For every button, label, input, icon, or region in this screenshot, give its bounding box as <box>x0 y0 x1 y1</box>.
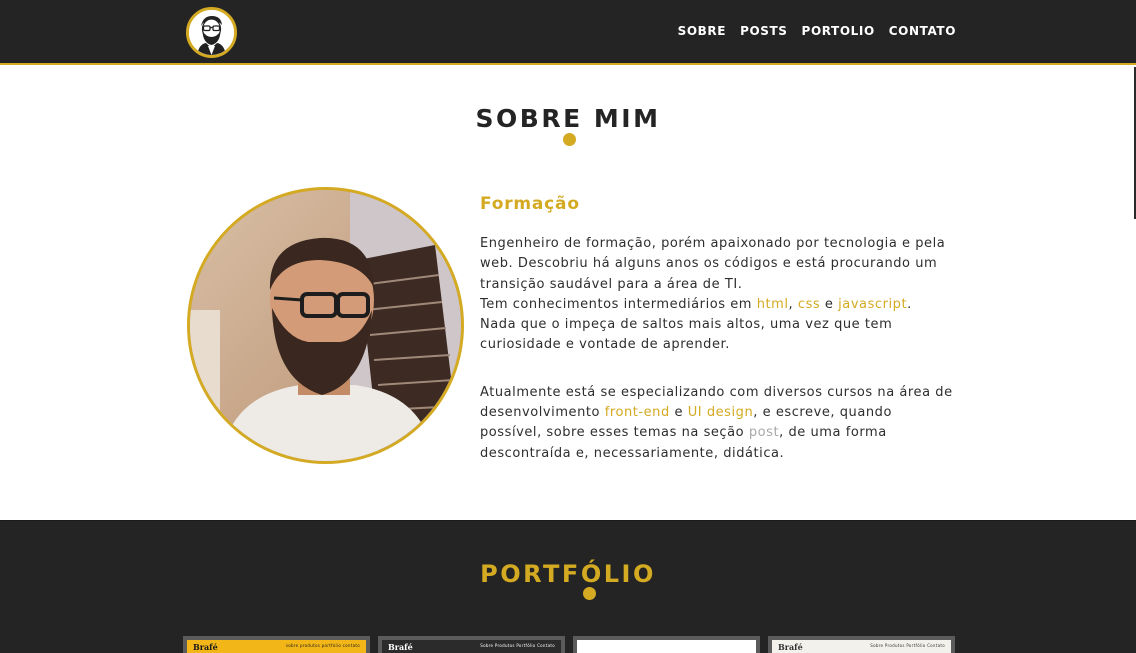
skills-sep-2: e <box>820 296 839 312</box>
link-html[interactable]: html <box>757 297 789 312</box>
link-front-end[interactable]: front-end <box>605 405 670 420</box>
portfolio-title-dot <box>583 587 596 600</box>
logo-avatar[interactable] <box>186 7 237 58</box>
thumb-3-navbar <box>577 640 756 653</box>
nav-contato[interactable]: CONTATO <box>889 24 956 38</box>
link-ui-design[interactable]: UI design <box>688 405 754 420</box>
about-title: SOBRE MIM <box>475 104 661 133</box>
main-nav: SOBRE POSTS PORTOLIO CONTATO <box>678 24 956 38</box>
portfolio-thumb-3[interactable] <box>573 636 760 653</box>
thumb-2-navbar: Brafé Sobre Produtos Portfólio Contato <box>382 640 561 653</box>
skills-prefix: Tem conhecimentos intermediários em <box>480 296 757 312</box>
about-paragraph-2: Atualmente está se especializando com di… <box>480 383 955 464</box>
link-post[interactable]: post <box>749 425 779 440</box>
link-css[interactable]: css <box>798 297 820 312</box>
profile-photo <box>187 187 464 464</box>
portfolio-title: PORTFÓLIO <box>480 560 656 588</box>
about-closing-text: Nada que o impeça de saltos mais altos, … <box>480 317 893 353</box>
thumb-2-links: Sobre Produtos Portfólio Contato <box>480 643 555 648</box>
about-title-dot <box>563 133 576 146</box>
link-javascript[interactable]: javascript <box>838 297 907 312</box>
bearded-man-logo-icon <box>189 10 234 55</box>
thumb-2-title: Brafé <box>388 642 413 652</box>
site-header: SOBRE POSTS PORTOLIO CONTATO <box>0 0 1136 65</box>
about-intro-text: Engenheiro de formação, porém apaixonado… <box>480 236 946 292</box>
thumb-4-links: Sobre Produtos Portfólio Contato <box>870 643 945 648</box>
thumb-4-title: Brafé <box>778 642 803 652</box>
about-content: Formação Engenheiro de formação, porém a… <box>480 194 955 464</box>
portfolio-thumb-4[interactable]: Brafé Sobre Produtos Portfólio Contato <box>768 636 955 653</box>
nav-portfolio[interactable]: PORTOLIO <box>802 24 875 38</box>
about-paragraph-1: Engenheiro de formação, porém apaixonado… <box>480 234 955 356</box>
nav-sobre[interactable]: SOBRE <box>678 24 726 38</box>
about-heading: Formação <box>480 194 580 214</box>
skills-sep-1: , <box>788 296 798 312</box>
thumb-1-title: Brafé <box>193 642 218 652</box>
p2-sep: e <box>669 405 688 421</box>
skills-suffix: . <box>907 296 912 312</box>
thumb-1-links: sobre produtos portfolio contato <box>285 643 360 648</box>
portfolio-thumbnails: Brafé sobre produtos portfolio contato B… <box>183 636 956 653</box>
thumb-4-navbar: Brafé Sobre Produtos Portfólio Contato <box>772 640 951 653</box>
nav-posts[interactable]: POSTS <box>740 24 787 38</box>
profile-photo-image <box>190 190 461 461</box>
portfolio-thumb-1[interactable]: Brafé sobre produtos portfolio contato <box>183 636 370 653</box>
thumb-1-navbar: Brafé sobre produtos portfolio contato <box>187 640 366 653</box>
portfolio-thumb-2[interactable]: Brafé Sobre Produtos Portfólio Contato <box>378 636 565 653</box>
